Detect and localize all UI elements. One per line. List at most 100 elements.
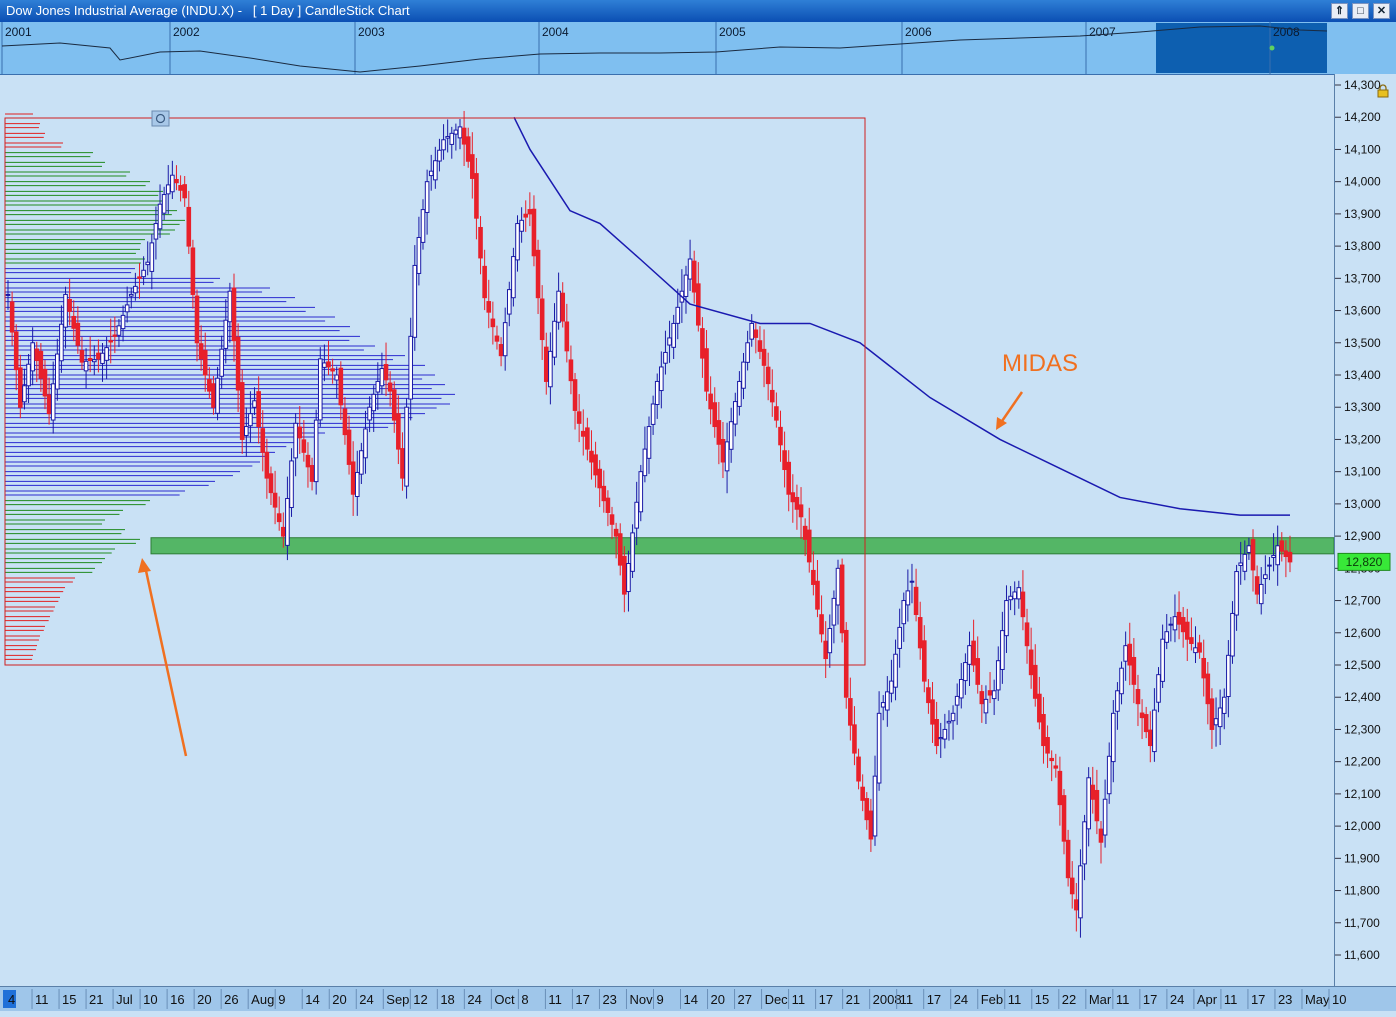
candle-body <box>178 185 183 191</box>
candle-body <box>1230 612 1235 657</box>
candle-body <box>1246 545 1252 553</box>
candle-body <box>301 439 307 453</box>
candle-body <box>585 427 590 450</box>
candle-body <box>1139 712 1145 719</box>
candle-body <box>264 451 270 479</box>
candle-body <box>1111 712 1116 763</box>
close-button[interactable]: ✕ <box>1373 3 1390 19</box>
candle-body <box>1078 865 1083 919</box>
candle-body <box>950 712 956 722</box>
move-handle-icon[interactable] <box>151 110 170 127</box>
candle-body <box>683 274 689 297</box>
candle-body <box>1049 757 1054 762</box>
time-tick-label: 17 <box>1251 992 1265 1007</box>
candle-body <box>478 226 483 259</box>
overview-svg[interactable]: 2001 2002 2003 2004 2005 2006 2007 2008 <box>0 22 1396 74</box>
candle-body <box>63 293 68 328</box>
time-tick-label: Sep <box>386 992 409 1007</box>
candle-body <box>885 691 890 711</box>
candle-body <box>141 269 146 278</box>
candle-body <box>905 590 911 606</box>
candle-body <box>852 724 857 754</box>
candle-body <box>1024 622 1030 647</box>
candle-body <box>408 335 413 400</box>
candle-body <box>453 129 459 135</box>
price-tick-label: 13,600 <box>1344 304 1381 318</box>
candle-body <box>104 347 109 361</box>
time-tick-label: 18 <box>440 992 454 1007</box>
candle-body <box>83 360 89 372</box>
price-tick-label: 12,500 <box>1344 658 1381 672</box>
candlestick-chart[interactable]: MIDAS <box>0 74 1335 986</box>
lock-icon[interactable] <box>1376 84 1390 98</box>
price-tick-label: 12,400 <box>1344 690 1381 704</box>
overview-year-label: 2005 <box>719 25 746 39</box>
candle-body <box>576 411 582 424</box>
candle-body <box>1172 616 1178 631</box>
candle-body <box>161 194 167 214</box>
candle-body <box>182 184 187 199</box>
candle-body <box>424 181 430 213</box>
candle-body <box>211 383 216 408</box>
candle-body <box>1267 564 1272 567</box>
candle-body <box>486 301 492 313</box>
price-tick-label: 13,200 <box>1344 432 1381 446</box>
candle-body <box>96 352 101 360</box>
candle-body <box>794 496 800 510</box>
candle-body <box>1160 638 1165 682</box>
candle-body <box>626 563 631 593</box>
candle-body <box>580 430 586 437</box>
candle-body <box>806 529 812 563</box>
candle-body <box>1000 630 1005 670</box>
candle-body <box>13 331 19 371</box>
candle-body <box>128 293 134 297</box>
candle-body <box>297 426 303 439</box>
candle-body <box>1004 600 1009 637</box>
candle-body <box>564 321 570 352</box>
window-titlebar: Dow Jones Industrial Average (INDU.X) - … <box>0 0 1396 22</box>
candle-body <box>790 492 796 503</box>
candle-body <box>498 344 504 357</box>
candle-body <box>913 586 919 616</box>
candle-body <box>391 389 397 421</box>
candle-body <box>782 450 787 471</box>
candle-body <box>256 391 261 428</box>
candle-body <box>659 366 664 392</box>
candle-body <box>67 298 72 312</box>
candle-body <box>893 653 898 688</box>
time-tick-label: Oct <box>494 992 515 1007</box>
candle-body <box>367 406 372 421</box>
time-tick-label: 12 <box>413 992 427 1007</box>
candle-body <box>954 695 960 706</box>
overview-year-label: 2004 <box>542 25 569 39</box>
candle-body <box>239 382 245 440</box>
candle-body <box>202 350 208 376</box>
overview-navigator[interactable]: 2001 2002 2003 2004 2005 2006 2007 2008 <box>0 22 1396 75</box>
candle-body <box>120 314 126 330</box>
candle-body <box>59 323 64 362</box>
candle-body <box>338 367 344 406</box>
time-tick-label: 24 <box>954 992 968 1007</box>
zone-arrow <box>138 558 188 757</box>
time-tick-label: Jul <box>116 992 133 1007</box>
candle-body <box>1234 571 1239 616</box>
candle-body <box>922 640 927 682</box>
candle-body <box>412 264 418 338</box>
time-tick-label: Mar <box>1089 992 1112 1007</box>
candle-body <box>5 293 11 296</box>
price-tick-label: 11,700 <box>1344 916 1380 930</box>
candle-body <box>215 377 220 414</box>
candle-body <box>1201 657 1207 679</box>
restore-up-button[interactable]: ⇑ <box>1331 3 1348 19</box>
maximize-button[interactable]: □ <box>1352 3 1369 19</box>
candle-body <box>474 173 479 219</box>
candle-body <box>490 318 496 328</box>
price-tick-label: 13,300 <box>1344 400 1381 414</box>
time-tick-label: 14 <box>684 992 698 1007</box>
candle-body <box>153 223 159 240</box>
candle-body <box>383 364 389 381</box>
candle-body <box>942 728 948 740</box>
candle-body <box>231 287 237 342</box>
chart-plot-area[interactable]: MIDAS <box>0 74 1335 986</box>
candle-body <box>819 614 824 635</box>
